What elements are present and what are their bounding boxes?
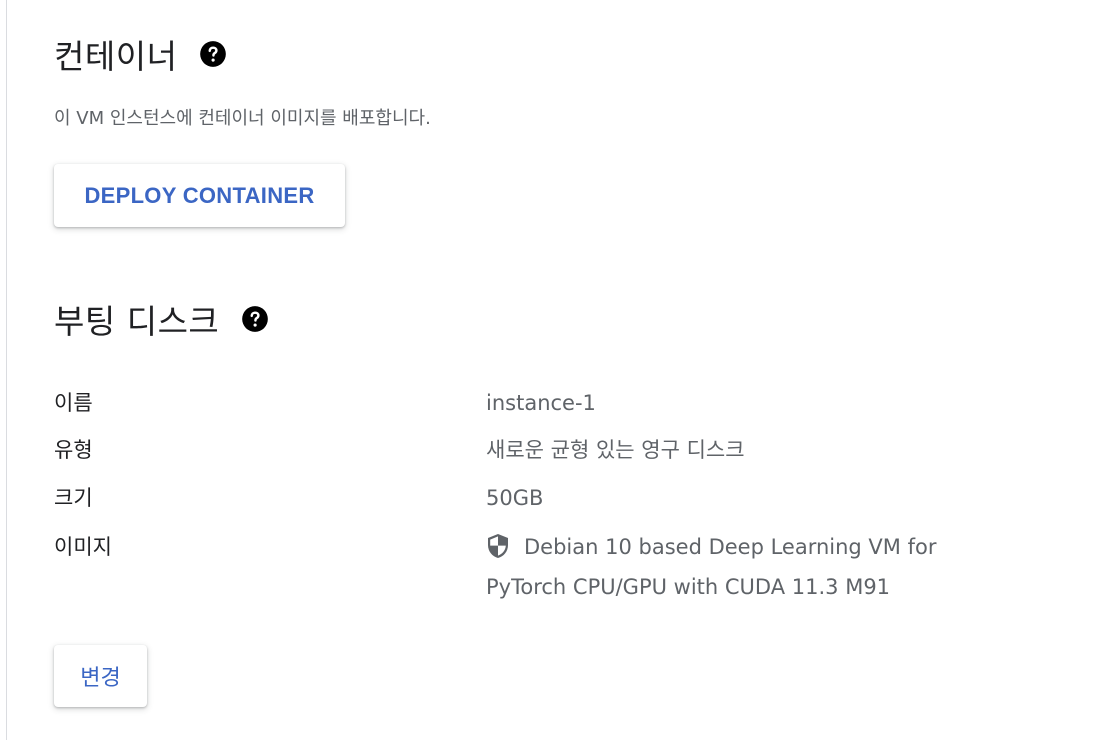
- help-circle-icon[interactable]: [241, 305, 269, 333]
- help-circle-icon[interactable]: [199, 40, 227, 68]
- field-value: 새로운 균형 있는 영구 디스크: [486, 438, 745, 462]
- container-section-title-row: 컨테이너: [54, 30, 227, 78]
- change-boot-disk-button[interactable]: 변경: [54, 645, 147, 707]
- shield-icon: [486, 533, 510, 559]
- field-label: 이름: [54, 391, 93, 415]
- field-value: instance-1: [486, 391, 596, 415]
- container-section-title: 컨테이너: [54, 37, 178, 76]
- container-description: 이 VM 인스턴스에 컨테이너 이미지를 배포합니다.: [54, 108, 431, 129]
- field-value-image: Debian 10 based Deep Learning VM for PyT…: [486, 527, 1006, 607]
- left-divider: [6, 0, 7, 740]
- field-label: 이미지: [54, 535, 112, 559]
- field-label: 크기: [54, 486, 93, 510]
- image-name-text: Debian 10 based Deep Learning VM for PyT…: [486, 535, 937, 599]
- deploy-container-button[interactable]: DEPLOY CONTAINER: [54, 164, 345, 227]
- field-label: 유형: [54, 438, 93, 462]
- boot-disk-section-title-row: 부팅 디스크: [54, 295, 269, 343]
- vm-config-panel: 컨테이너 이 VM 인스턴스에 컨테이너 이미지를 배포합니다. DEPLOY …: [0, 0, 1116, 740]
- field-value: 50GB: [486, 486, 544, 510]
- boot-disk-section-title: 부팅 디스크: [54, 302, 220, 341]
